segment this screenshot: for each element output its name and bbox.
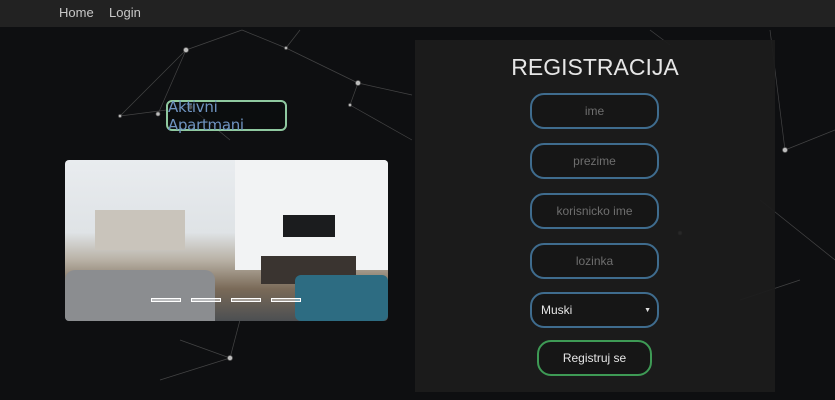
register-button[interactable]: Registruj se: [537, 340, 652, 376]
active-apartments-label[interactable]: Aktivni Apartmani: [166, 98, 287, 134]
registration-panel: REGISTRACIJA Muski ▼ Registruj se: [415, 40, 775, 392]
apartment-carousel[interactable]: [65, 160, 388, 321]
carousel-indicator[interactable]: [231, 298, 261, 302]
carousel-image-chair: [295, 275, 388, 321]
carousel-image-tv: [283, 215, 335, 237]
caret-down-icon: ▼: [644, 307, 651, 314]
nav-home-link[interactable]: Home: [59, 5, 94, 20]
carousel-image-sofa: [65, 270, 215, 321]
carousel-indicator[interactable]: [151, 298, 181, 302]
form-title: REGISTRACIJA: [511, 54, 679, 80]
carousel-indicator[interactable]: [191, 298, 221, 302]
gender-select-value: Muski: [541, 303, 573, 317]
password-input[interactable]: [530, 243, 659, 279]
carousel-image-kitchen: [95, 210, 185, 250]
last-name-input[interactable]: [530, 143, 659, 179]
first-name-input[interactable]: [530, 93, 659, 129]
nav-login-link[interactable]: Login: [109, 5, 141, 20]
gender-select[interactable]: Muski ▼: [530, 292, 659, 328]
carousel-indicator[interactable]: [271, 298, 301, 302]
navbar: Home Login: [0, 0, 835, 27]
username-input[interactable]: [530, 193, 659, 229]
